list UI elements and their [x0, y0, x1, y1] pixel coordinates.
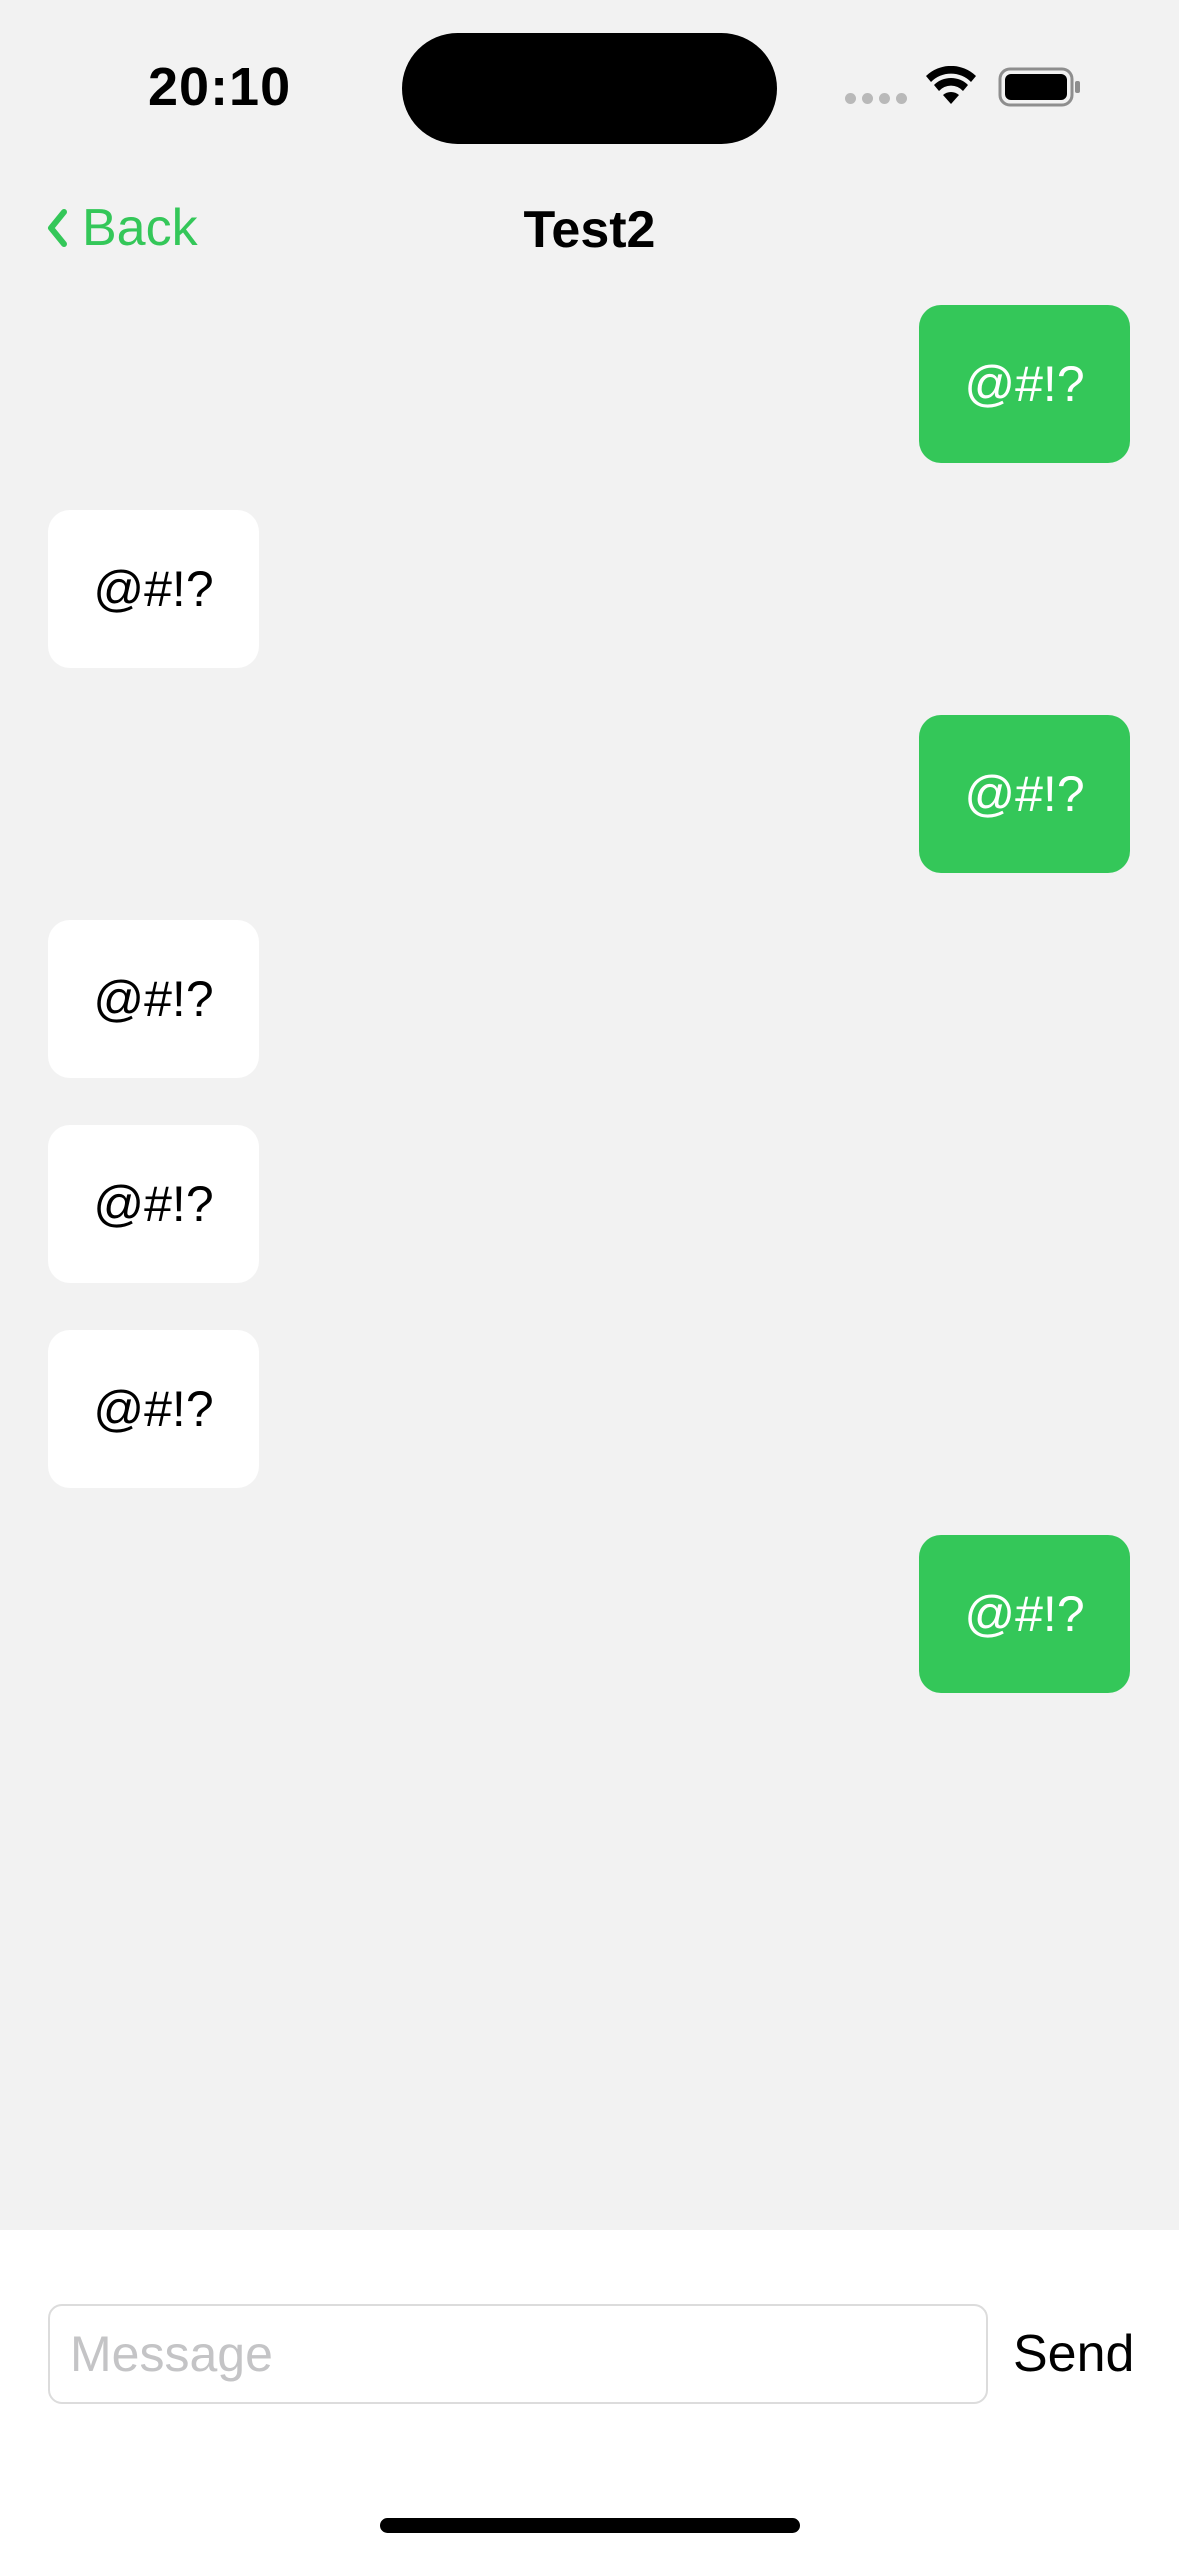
message-row: @#!?: [0, 305, 1179, 463]
status-time: 20:10: [148, 57, 292, 117]
signal-dot: [862, 93, 873, 104]
cellular-signal-icon: [845, 93, 907, 104]
battery-icon: [998, 67, 1080, 107]
home-indicator[interactable]: [380, 2518, 800, 2533]
incoming-message-bubble[interactable]: @#!?: [48, 920, 259, 1078]
send-button[interactable]: Send: [1013, 2314, 1134, 2394]
incoming-message-bubble[interactable]: @#!?: [48, 1330, 259, 1488]
outgoing-message-bubble[interactable]: @#!?: [919, 715, 1130, 873]
message-row: @#!?: [0, 510, 1179, 668]
dynamic-island: [402, 33, 777, 144]
signal-dot: [879, 93, 890, 104]
message-input[interactable]: [48, 2304, 988, 2404]
signal-dot: [896, 93, 907, 104]
message-row: @#!?: [0, 1535, 1179, 1693]
message-row: @#!?: [0, 1125, 1179, 1283]
incoming-message-bubble[interactable]: @#!?: [48, 1125, 259, 1283]
page-title: Test2: [523, 201, 656, 259]
outgoing-message-bubble[interactable]: @#!?: [919, 1535, 1130, 1693]
status-bar: 20:10: [0, 0, 1179, 170]
message-row: @#!?: [0, 1330, 1179, 1488]
message-row: @#!?: [0, 715, 1179, 873]
navigation-bar: Back Test2: [0, 170, 1179, 290]
message-list[interactable]: @#!? @#!? @#!? @#!? @#!? @#!? @#!?: [0, 300, 1179, 2230]
message-row: @#!?: [0, 920, 1179, 1078]
chat-screen: 20:10 Back Test2 @#!? @#!? @#!? @#!? @#!…: [0, 0, 1179, 2556]
incoming-message-bubble[interactable]: @#!?: [48, 510, 259, 668]
signal-dot: [845, 93, 856, 104]
outgoing-message-bubble[interactable]: @#!?: [919, 305, 1130, 463]
message-composer: Send: [0, 2230, 1179, 2556]
wifi-icon: [926, 66, 976, 104]
